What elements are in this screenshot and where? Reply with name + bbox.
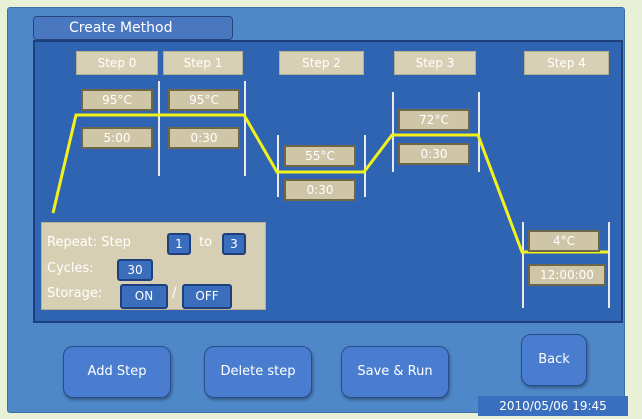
step-1-time[interactable]: 0:30 xyxy=(168,127,240,149)
repeat-to-field[interactable]: 3 xyxy=(222,233,246,255)
repeat-step-label: Repeat: Step xyxy=(47,235,131,250)
repeat-to-label: to xyxy=(199,235,213,250)
cycles-field[interactable]: 30 xyxy=(117,259,153,281)
step-2-temp[interactable]: 55°C xyxy=(284,145,356,167)
step-3-temp[interactable]: 72°C xyxy=(398,109,470,131)
step-3-time[interactable]: 0:30 xyxy=(398,143,470,165)
storage-off-button[interactable]: OFF xyxy=(182,284,232,309)
back-button[interactable]: Back xyxy=(521,334,587,386)
step-4-temp[interactable]: 4°C xyxy=(528,230,600,252)
storage-separator: / xyxy=(172,286,177,301)
step-2-time[interactable]: 0:30 xyxy=(284,179,356,201)
step-1-temp[interactable]: 95°C xyxy=(168,89,240,111)
add-step-button[interactable]: Add Step xyxy=(63,346,171,398)
status-datetime: 2010/05/06 19:45 xyxy=(478,396,628,416)
step-0-time[interactable]: 5:00 xyxy=(81,127,153,149)
cycles-label: Cycles: xyxy=(47,261,94,276)
step-0-temp[interactable]: 95°C xyxy=(81,89,153,111)
storage-label: Storage: xyxy=(47,286,103,301)
storage-on-button[interactable]: ON xyxy=(120,284,168,309)
repeat-from-field[interactable]: 1 xyxy=(167,233,191,255)
cycle-settings-panel: Repeat: Step 1 to 3 Cycles: 30 Storage: … xyxy=(41,222,266,310)
delete-step-button[interactable]: Delete step xyxy=(204,346,312,398)
save-and-run-button[interactable]: Save & Run xyxy=(341,346,449,398)
step-4-time[interactable]: 12:00:00 xyxy=(528,264,606,286)
